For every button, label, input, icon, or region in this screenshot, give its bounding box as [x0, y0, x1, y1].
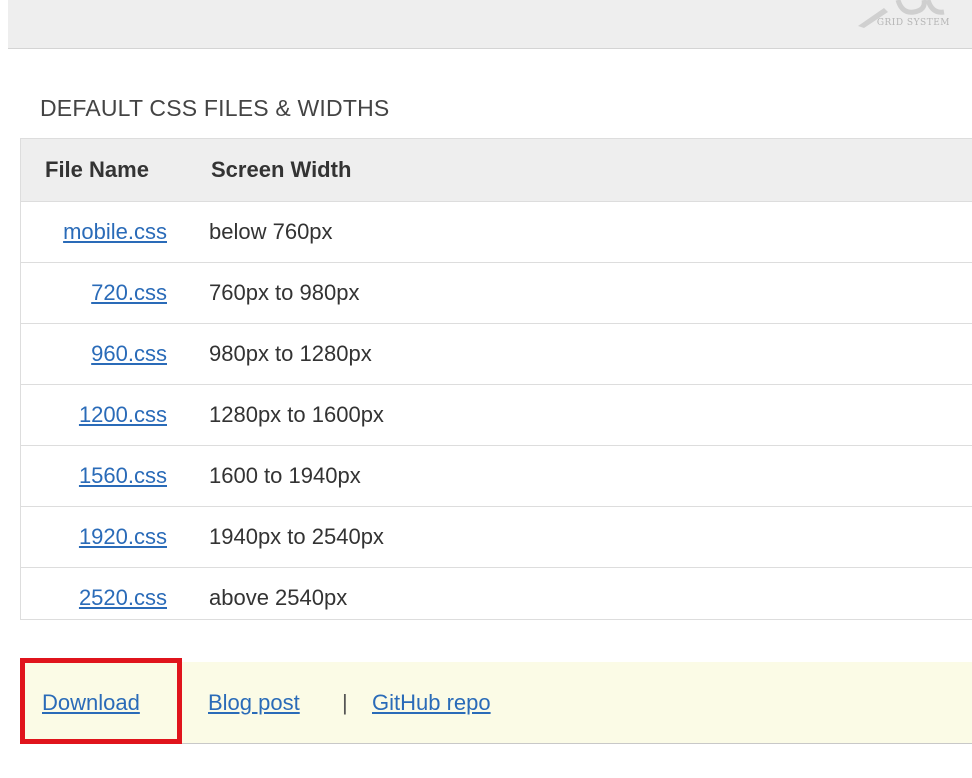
width-cell: 1600 to 1940px	[209, 463, 361, 488]
table-header: File Name Screen Width	[21, 139, 972, 202]
table-row: 1920.css 1940px to 2540px	[21, 507, 972, 568]
width-cell: 760px to 980px	[209, 280, 360, 305]
blog-post-link[interactable]: Blog post	[208, 662, 300, 744]
file-cell: 1200.css	[21, 385, 167, 445]
link-separator: |	[342, 690, 348, 715]
file-link-1200[interactable]: 1200.css	[79, 402, 167, 427]
logo-text: GRID SYSTEM	[876, 18, 950, 28]
file-link-mobile[interactable]: mobile.css	[63, 219, 167, 244]
file-cell: 1560.css	[21, 446, 167, 506]
file-link-960[interactable]: 960.css	[91, 341, 167, 366]
table-row: 1200.css 1280px to 1600px	[21, 385, 972, 446]
column-header-file-name: File Name	[45, 157, 149, 182]
file-link-2520[interactable]: 2520.css	[79, 585, 167, 610]
table-row: 720.css 760px to 980px	[21, 263, 972, 324]
grid-system-logo: GRID SYSTEM	[840, 0, 950, 40]
file-cell: mobile.css	[21, 202, 167, 262]
width-cell: 1280px to 1600px	[209, 402, 384, 427]
file-cell: 2520.css	[21, 568, 167, 628]
links-bar: Download Blog post | GitHub repo	[20, 658, 972, 744]
table-row: 2520.css above 2540px	[21, 568, 972, 628]
table-row: 960.css 980px to 1280px	[21, 324, 972, 385]
file-cell: 720.css	[21, 263, 167, 323]
file-link-720[interactable]: 720.css	[91, 280, 167, 305]
github-repo-link[interactable]: GitHub repo	[372, 662, 491, 744]
file-link-1920[interactable]: 1920.css	[79, 524, 167, 549]
file-link-1560[interactable]: 1560.css	[79, 463, 167, 488]
file-cell: 960.css	[21, 324, 167, 384]
header-bar: GRID SYSTEM	[8, 0, 972, 49]
section-title: DEFAULT CSS FILES & WIDTHS	[40, 95, 390, 121]
table-row: mobile.css below 760px	[21, 202, 972, 263]
width-cell: 1940px to 2540px	[209, 524, 384, 549]
table-row: 1560.css 1600 to 1940px	[21, 446, 972, 507]
width-cell: above 2540px	[209, 585, 348, 610]
width-cell: 980px to 1280px	[209, 341, 372, 366]
width-cell: below 760px	[209, 219, 333, 244]
column-header-screen-width: Screen Width	[211, 157, 352, 182]
css-files-table: File Name Screen Width mobile.css below …	[20, 138, 972, 620]
file-cell: 1920.css	[21, 507, 167, 567]
download-link[interactable]: Download	[42, 662, 140, 744]
